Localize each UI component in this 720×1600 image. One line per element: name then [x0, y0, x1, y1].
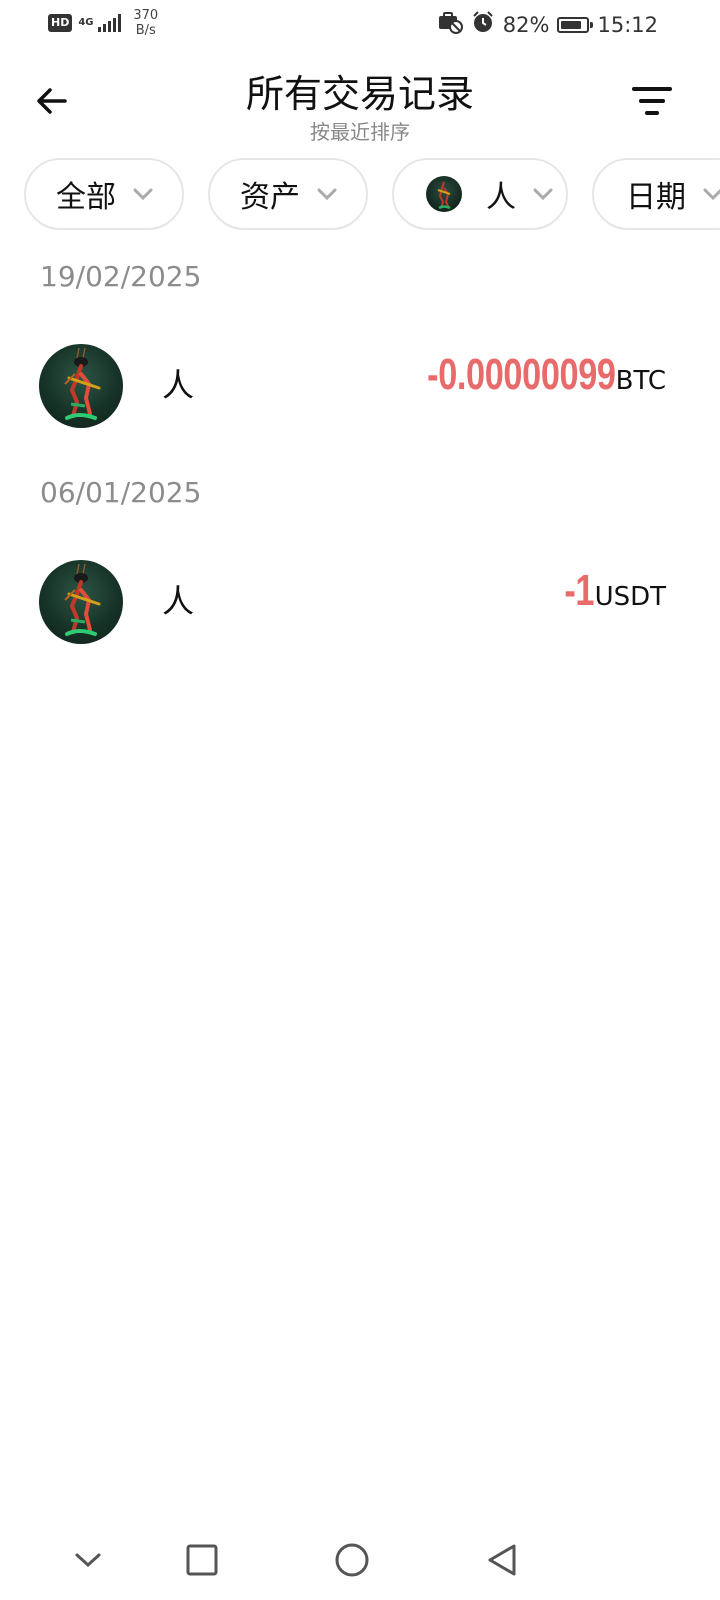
- transaction-currency: BTC: [615, 366, 666, 396]
- filter-button[interactable]: [628, 77, 676, 125]
- network-speed: 370 B/s: [133, 8, 158, 38]
- transaction-name: 人: [162, 582, 195, 620]
- transaction-amount: -1: [564, 566, 595, 615]
- system-nav-bar: [0, 1520, 720, 1600]
- status-bar: HD 4G 370 B/s 82% 15:12: [0, 0, 720, 50]
- header: 所有交易记录 按最近排序: [0, 55, 720, 150]
- chevron-down-icon: [132, 187, 154, 201]
- triangle-back-icon: [488, 1544, 516, 1576]
- network-type: 4G: [78, 17, 94, 28]
- transaction-amount-group: -0.00000099 BTC: [374, 350, 666, 400]
- chevron-down-icon: [702, 187, 720, 201]
- signal-icon: [98, 14, 122, 32]
- circle-icon: [335, 1543, 369, 1577]
- date-header: 06/01/2025: [40, 476, 202, 509]
- chip-asset[interactable]: 资产: [208, 158, 368, 230]
- chevron-down-icon: [75, 1553, 101, 1568]
- page-title: 所有交易记录: [245, 72, 474, 116]
- avatar: [39, 560, 123, 644]
- speed-unit: B/s: [135, 23, 156, 38]
- date-header: 19/02/2025: [40, 260, 202, 293]
- chevron-down-icon: [316, 187, 338, 201]
- alarm-icon: [471, 10, 495, 39]
- chip-all[interactable]: 全部: [24, 158, 184, 230]
- square-icon: [186, 1544, 218, 1576]
- transaction-name: 人: [162, 366, 195, 404]
- chip-person-label: 人: [486, 180, 516, 215]
- chip-date-label: 日期: [626, 180, 686, 215]
- battery-icon: [557, 16, 594, 33]
- filter-chips: 全部 资产 人 日期: [24, 158, 720, 234]
- nav-home-button[interactable]: [326, 1534, 378, 1586]
- chip-asset-label: 资产: [240, 180, 300, 215]
- chip-all-label: 全部: [56, 180, 116, 215]
- nav-back-button[interactable]: [476, 1534, 528, 1586]
- chip-person[interactable]: 人: [392, 158, 568, 230]
- chip-date[interactable]: 日期: [592, 158, 720, 230]
- transaction-amount-group: -1 USDT: [556, 566, 666, 616]
- avatar: [39, 344, 123, 428]
- battery-percent: 82%: [502, 12, 550, 37]
- status-right: 82% 15:12: [437, 10, 658, 39]
- status-left: HD 4G 370 B/s: [48, 8, 158, 38]
- clock: 15:12: [597, 12, 658, 37]
- nav-recents-button[interactable]: [176, 1534, 228, 1586]
- hd-badge: HD: [48, 14, 73, 32]
- speed-value: 370: [133, 8, 159, 23]
- briefcase-off-icon: [437, 10, 463, 39]
- nav-collapse-button[interactable]: [62, 1534, 114, 1586]
- transaction-currency: USDT: [594, 582, 666, 612]
- transaction-history-screen: HD 4G 370 B/s 82% 15:12 所有交易记录 按最近排序 全部 …: [0, 0, 720, 1600]
- transaction-row[interactable]: 人 -0.00000099 BTC: [0, 336, 720, 436]
- chevron-down-icon: [532, 187, 554, 201]
- filter-icon: [632, 87, 672, 115]
- avatar: [426, 176, 462, 212]
- sort-subtitle[interactable]: 按最近排序: [0, 116, 720, 145]
- transaction-row[interactable]: 人 -1 USDT: [0, 552, 720, 652]
- transaction-amount: -0.00000099: [427, 350, 616, 399]
